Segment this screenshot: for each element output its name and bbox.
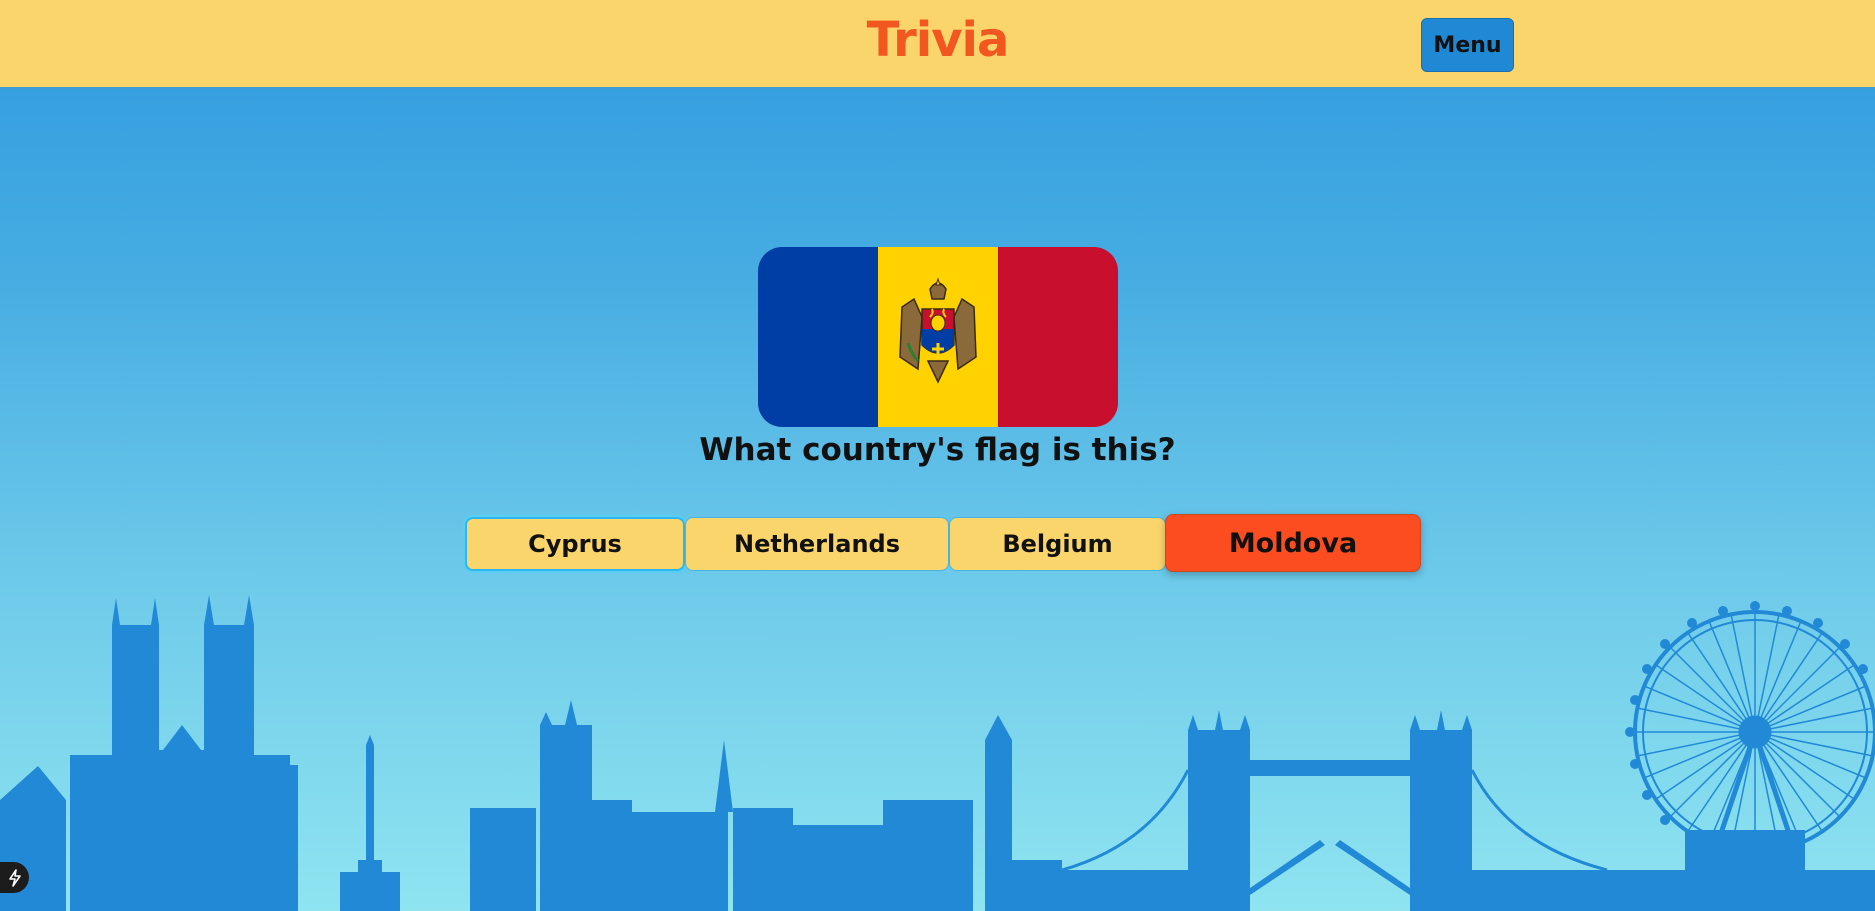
moldova-flag-icon	[758, 247, 1118, 427]
lightning-icon	[8, 868, 21, 887]
answer-option-cyprus[interactable]: Cyprus	[465, 517, 685, 571]
answer-option-belgium[interactable]: Belgium	[949, 517, 1166, 571]
menu-button[interactable]: Menu	[1421, 18, 1514, 72]
question-text: What country's flag is this?	[699, 432, 1176, 468]
header-bar: Trivia Menu	[0, 0, 1875, 89]
coat-of-arms-icon	[899, 277, 977, 384]
answer-option-netherlands[interactable]: Netherlands	[685, 517, 949, 571]
flag-stripe-blue	[758, 247, 878, 427]
answer-option-moldova[interactable]: Moldova	[1165, 514, 1421, 572]
dev-tools-badge[interactable]	[0, 862, 29, 893]
app-title: Trivia	[866, 12, 1010, 68]
flag-stripe-red	[998, 247, 1118, 427]
flag-stripe-yellow	[878, 247, 998, 427]
